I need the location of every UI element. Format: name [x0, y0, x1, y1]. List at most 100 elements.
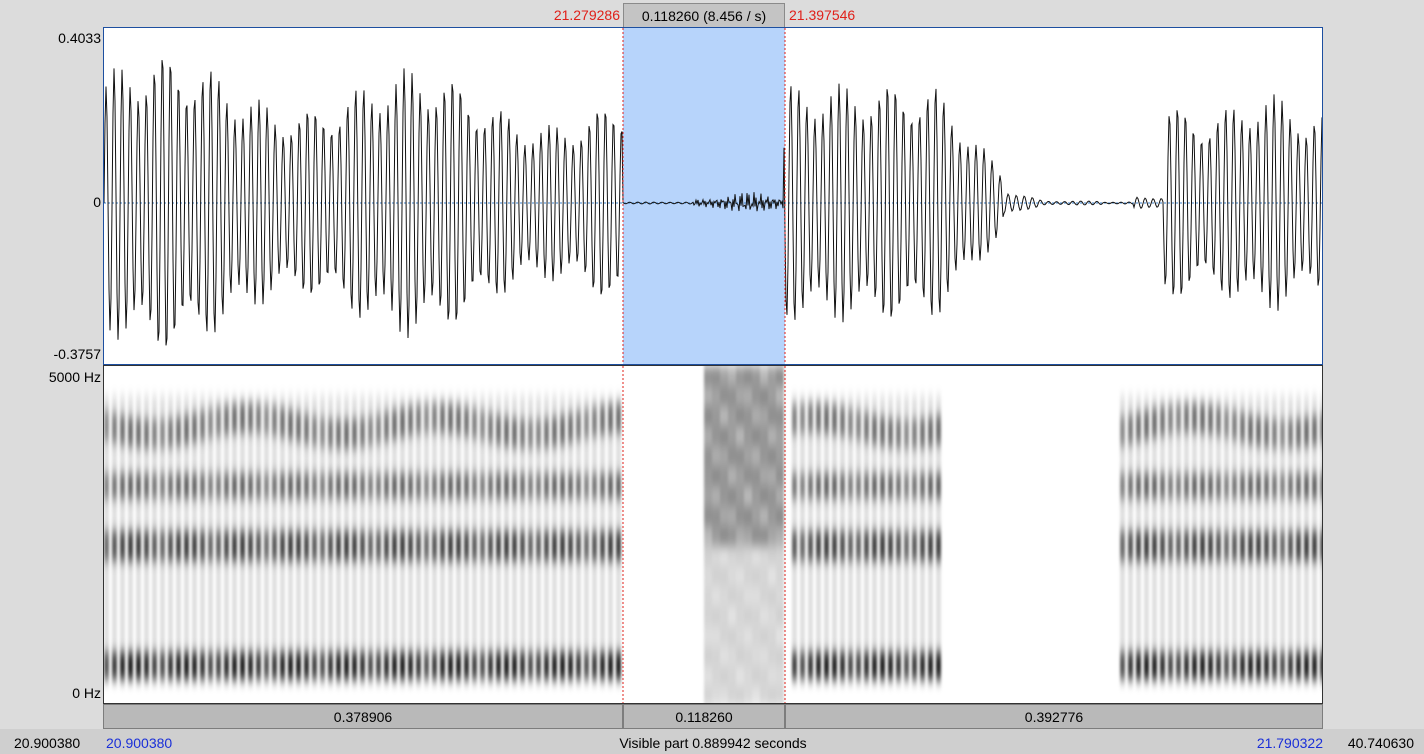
spectrogram-cell: [1232, 396, 1237, 676]
spectrogram-cell: [744, 466, 752, 486]
spectrogram-cell: [904, 396, 909, 676]
spectrogram-cell: [768, 426, 776, 446]
spectrogram-cell: [280, 396, 285, 676]
spectrogram-cell: [176, 396, 181, 676]
spectrogram-cell: [808, 396, 813, 676]
spectrogram-cell: [264, 396, 269, 676]
spectrogram-cell: [360, 396, 365, 676]
spectrogram-panel[interactable]: [103, 365, 1323, 704]
spectrogram-cell: [616, 396, 621, 676]
spectrogram-cell: [376, 396, 381, 676]
spectrogram-cell: [752, 666, 760, 686]
spectrogram-cell: [720, 586, 728, 606]
visible-part-label[interactable]: Visible part 0.889942 seconds: [103, 735, 1323, 751]
spectrogram-cell: [104, 396, 109, 676]
spectrogram-cell: [768, 606, 776, 626]
spectrogram-cell: [704, 446, 712, 466]
spectrogram-cell: [776, 646, 784, 666]
spectrogram-cell: [744, 406, 752, 426]
spectrogram-cell: [760, 406, 768, 426]
spectrogram-cell: [728, 626, 736, 646]
spectrogram-cell: [352, 396, 357, 676]
spectrogram-cell: [712, 386, 720, 406]
spectrogram-cell: [712, 546, 720, 566]
spectrogram-cell: [224, 396, 229, 676]
waveform-ymin-label: -0.3757: [53, 346, 101, 362]
spectrogram-cell: [1120, 396, 1125, 676]
spectrogram-cell: [704, 686, 712, 703]
waveform-panel[interactable]: [103, 27, 1323, 365]
spectrogram-cell: [1176, 396, 1181, 676]
spectrogram-cell: [160, 396, 165, 676]
segment-selected-duration[interactable]: 0.118260: [623, 704, 785, 729]
spectrogram-cell: [768, 546, 776, 566]
spectrogram-cell: [368, 396, 373, 676]
spectrogram-cell: [744, 386, 752, 406]
spectrogram-cell: [456, 396, 461, 676]
visible-end-time[interactable]: 21.790322: [1180, 735, 1323, 751]
spectrogram-cell: [728, 646, 736, 666]
spectrogram-cell: [776, 386, 784, 406]
spectrogram-cell: [760, 506, 768, 526]
spectrogram-cell: [760, 426, 768, 446]
spectrogram-cell: [704, 546, 712, 566]
spectrogram-cell: [728, 606, 736, 626]
spectrogram-cell: [704, 426, 712, 446]
spectrogram-cell: [744, 486, 752, 506]
spectrogram-cell: [736, 386, 744, 406]
spectrogram-cell: [776, 626, 784, 646]
segment-before-duration[interactable]: 0.378906: [103, 704, 623, 729]
spectrogram-cell: [760, 486, 768, 506]
spectrogram-cell: [744, 686, 752, 703]
spectrogram-cell: [720, 646, 728, 666]
spectrogram-cell: [728, 386, 736, 406]
spectrogram-cell: [288, 396, 293, 676]
spectrogram-cell: [136, 396, 141, 676]
spectrogram-cell: [720, 466, 728, 486]
spectrogram-cell: [480, 396, 485, 676]
spectrogram-cell: [216, 396, 221, 676]
spectrogram-cell: [1192, 396, 1197, 676]
spectrogram-cell: [776, 606, 784, 626]
spectrogram-cell: [720, 526, 728, 546]
spectrogram-cell: [752, 406, 760, 426]
spectrogram-cell: [744, 566, 752, 586]
spectrogram-cell: [736, 446, 744, 466]
spectrogram-cell: [872, 396, 877, 676]
spectrogram-cell: [768, 466, 776, 486]
spectrogram-cell: [432, 396, 437, 676]
total-start-time[interactable]: 20.900380: [14, 735, 80, 751]
selection-duration-label[interactable]: 0.118260 (8.456 / s): [623, 3, 785, 28]
total-end-time[interactable]: 40.740630: [1330, 735, 1414, 751]
spectrogram-cell: [736, 666, 744, 686]
spectrogram-cell: [736, 646, 744, 666]
spectrogram-cell: [720, 486, 728, 506]
spectrogram-cell: [568, 396, 573, 676]
spectrogram-cell: [704, 366, 712, 386]
spectrogram-cell: [720, 386, 728, 406]
spectrogram-cell: [720, 606, 728, 626]
spectrogram-cell: [608, 396, 613, 676]
spectrogram-cell: [760, 686, 768, 703]
spectrogram-cell: [528, 396, 533, 676]
spectrogram-top-label: 5000 Hz: [48, 369, 101, 385]
spectrogram-cell: [728, 486, 736, 506]
spectrogram-cell: [768, 506, 776, 526]
spectrogram-cell: [768, 446, 776, 466]
spectrogram-cell: [744, 426, 752, 446]
spectrogram-cell: [736, 366, 744, 386]
spectrogram-cell: [520, 396, 525, 676]
spectrogram-cell: [744, 546, 752, 566]
spectrogram-cell: [584, 396, 589, 676]
spectrogram-cell: [1136, 396, 1141, 676]
segment-after-duration[interactable]: 0.392776: [785, 704, 1323, 729]
spectrogram-cell: [240, 396, 245, 676]
spectrogram-cell: [728, 586, 736, 606]
spectrogram-cell: [752, 566, 760, 586]
spectrogram-cell: [1152, 396, 1157, 676]
spectrogram-cell: [760, 646, 768, 666]
spectrogram-cell: [600, 396, 605, 676]
spectrogram-cell: [776, 586, 784, 606]
spectrogram-cell: [704, 606, 712, 626]
spectrogram-cell: [128, 396, 133, 676]
